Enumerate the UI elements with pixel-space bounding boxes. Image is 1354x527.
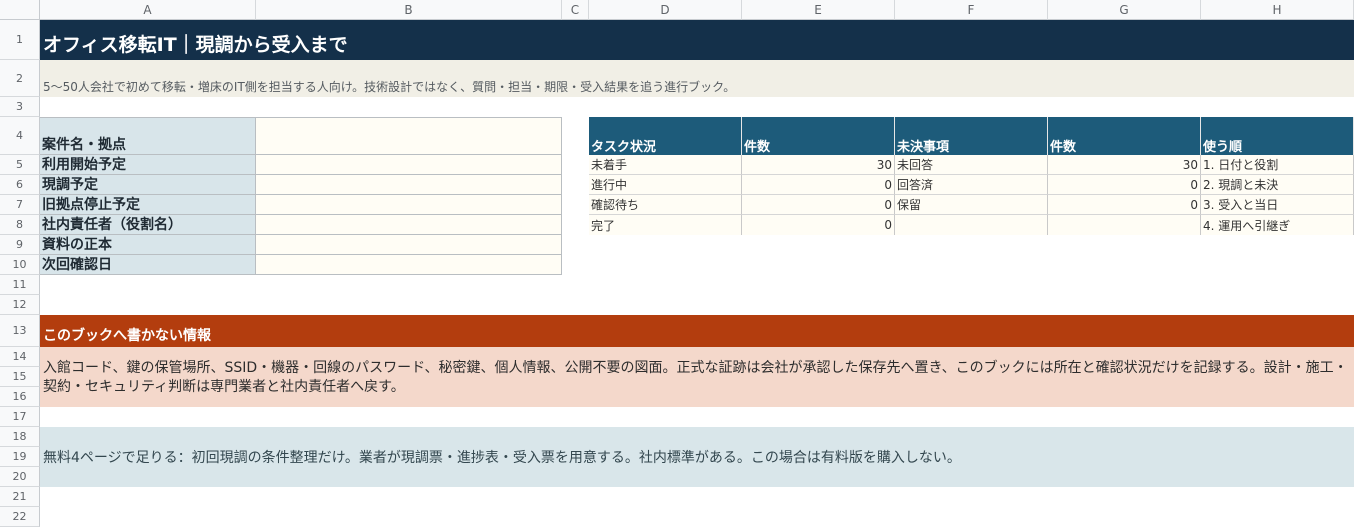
info-value-cell[interactable] [256, 195, 562, 215]
open-item-cell[interactable]: 未回答 [895, 155, 1048, 175]
row-header[interactable]: 12 [0, 295, 40, 315]
row-header[interactable]: 16 [0, 387, 40, 407]
info-value-cell[interactable] [256, 117, 562, 155]
table-header[interactable]: 件数 [742, 117, 895, 155]
sheet-title[interactable]: オフィス移転IT｜現調から受入まで [40, 20, 1354, 60]
row-header[interactable]: 10 [0, 255, 40, 275]
table-header[interactable]: 未決事項 [895, 117, 1048, 155]
warning-header[interactable]: このブックへ書かない情報 [40, 315, 1354, 347]
row-header[interactable]: 5 [0, 155, 40, 175]
info-value-cell[interactable] [256, 235, 562, 255]
row-header[interactable]: 21 [0, 487, 40, 507]
task-status-cell[interactable]: 完了 [589, 215, 742, 235]
open-count-cell[interactable]: 30 [1048, 155, 1201, 175]
usage-order-cell[interactable]: 1. 日付と役割 [1201, 155, 1354, 175]
row-header[interactable]: 8 [0, 215, 40, 235]
info-label[interactable]: 次回確認日 [40, 255, 256, 275]
row-header[interactable]: 20 [0, 467, 40, 487]
row-header[interactable]: 9 [0, 235, 40, 255]
row-header[interactable]: 4 [0, 117, 40, 155]
info-value-cell[interactable] [256, 155, 562, 175]
row-header[interactable]: 1 [0, 20, 40, 60]
usage-order-cell[interactable]: 4. 運用へ引継ぎ [1201, 215, 1354, 235]
open-item-cell[interactable]: 保留 [895, 195, 1048, 215]
column-header-a[interactable]: A [40, 0, 256, 20]
row-header[interactable]: 15 [0, 367, 40, 387]
info-value-cell[interactable] [256, 255, 562, 275]
column-header-f[interactable]: F [895, 0, 1048, 20]
task-count-cell[interactable]: 0 [742, 175, 895, 195]
table-header[interactable]: タスク状況 [589, 117, 742, 155]
row-header[interactable]: 2 [0, 60, 40, 97]
column-header-g[interactable]: G [1048, 0, 1201, 20]
row-header[interactable]: 19 [0, 447, 40, 467]
row-header[interactable]: 13 [0, 315, 40, 347]
column-header-e[interactable]: E [742, 0, 895, 20]
row-header[interactable]: 11 [0, 275, 40, 295]
column-header-c[interactable]: C [562, 0, 589, 20]
column-header-d[interactable]: D [589, 0, 742, 20]
info-value-cell[interactable] [256, 175, 562, 195]
info-label[interactable]: 利用開始予定 [40, 155, 256, 175]
table-header[interactable]: 件数 [1048, 117, 1201, 155]
column-header-h[interactable]: H [1201, 0, 1354, 20]
row-header[interactable]: 14 [0, 347, 40, 367]
task-count-cell[interactable]: 0 [742, 215, 895, 235]
usage-order-cell[interactable]: 2. 現調と未決 [1201, 175, 1354, 195]
open-item-cell[interactable] [895, 215, 1048, 235]
open-count-cell[interactable]: 0 [1048, 175, 1201, 195]
open-item-cell[interactable]: 回答済 [895, 175, 1048, 195]
task-count-cell[interactable]: 0 [742, 195, 895, 215]
task-status-cell[interactable]: 進行中 [589, 175, 742, 195]
row-header[interactable]: 17 [0, 407, 40, 427]
row-header[interactable]: 3 [0, 97, 40, 117]
sheet-subtitle[interactable]: 5〜50人会社で初めて移転・増床のIT側を担当する人向け。技術設計ではなく、質問… [40, 60, 1354, 97]
info-label[interactable]: 現調予定 [40, 175, 256, 195]
row-header[interactable]: 7 [0, 195, 40, 215]
usage-order-cell[interactable]: 3. 受入と当日 [1201, 195, 1354, 215]
info-label[interactable]: 案件名・拠点 [40, 117, 256, 155]
free-version-note[interactable]: 無料4ページで足りる：初回現調の条件整理だけ。業者が現調票・進捗表・受入票を用意… [40, 427, 1354, 487]
info-label[interactable]: 資料の正本 [40, 235, 256, 255]
table-header[interactable]: 使う順 [1201, 117, 1354, 155]
row-header[interactable]: 18 [0, 427, 40, 447]
task-status-cell[interactable]: 確認待ち [589, 195, 742, 215]
info-value-cell[interactable] [256, 215, 562, 235]
warning-body[interactable]: 入館コード、鍵の保管場所、SSID・機器・回線のパスワード、秘密鍵、個人情報、公… [40, 347, 1354, 407]
info-label[interactable]: 旧拠点停止予定 [40, 195, 256, 215]
open-count-cell[interactable] [1048, 215, 1201, 235]
info-label[interactable]: 社内責任者（役割名） [40, 215, 256, 235]
row-header[interactable]: 22 [0, 507, 40, 527]
task-count-cell[interactable]: 30 [742, 155, 895, 175]
row-header[interactable]: 6 [0, 175, 40, 195]
column-header-b[interactable]: B [256, 0, 562, 20]
sheet-corner[interactable] [0, 0, 40, 20]
open-count-cell[interactable]: 0 [1048, 195, 1201, 215]
task-status-cell[interactable]: 未着手 [589, 155, 742, 175]
